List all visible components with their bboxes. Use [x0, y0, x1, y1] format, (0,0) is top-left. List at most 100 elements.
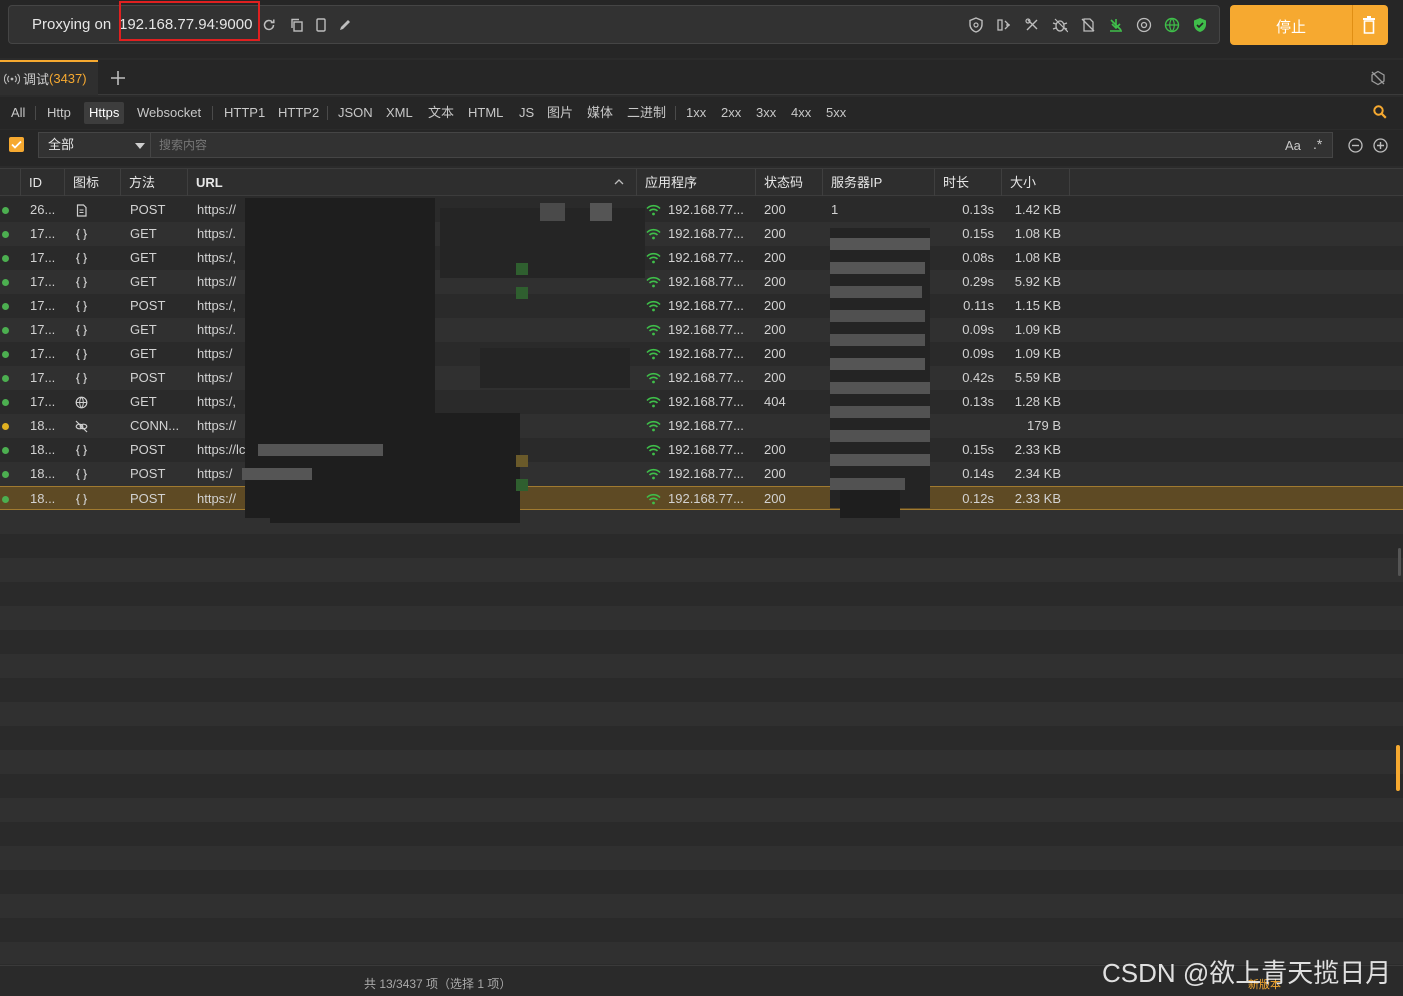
split-icon[interactable] — [996, 17, 1012, 33]
col-application[interactable]: 应用程序 — [637, 169, 756, 196]
table-row[interactable]: 18... POST https:/192.168.77... 200 0.14s 2.3… — [0, 462, 1403, 486]
download-green-icon[interactable] — [1108, 17, 1124, 33]
filter-websocket[interactable]: Websocket — [132, 102, 206, 124]
filter-all[interactable]: All — [6, 102, 30, 124]
table-row[interactable]: 17... POST https:/192.168.77... 200 0.42s 5.5… — [0, 366, 1403, 390]
filter-image[interactable]: 图片 — [542, 102, 578, 124]
filter-5xx[interactable]: 5xx — [821, 102, 851, 124]
col-method[interactable]: 方法 — [121, 169, 188, 196]
cell-status-code: 200 — [764, 298, 786, 313]
filter-media[interactable]: 媒体 — [582, 102, 618, 124]
table-row[interactable]: 18... POST https://192.168.77... 200 0.12s 2.… — [0, 486, 1403, 510]
filter-1xx[interactable]: 1xx — [681, 102, 711, 124]
table-row[interactable]: 17... GET https://192.168.77... 200 0.29s 5.9… — [0, 270, 1403, 294]
sort-ascending-icon[interactable] — [614, 178, 624, 186]
table-row[interactable]: 17... GET https:/. 192.168.77... 200 0.15s 1.0… — [0, 222, 1403, 246]
col-id[interactable]: ID — [21, 169, 65, 196]
doc-off-icon[interactable] — [1080, 17, 1096, 33]
col-duration[interactable]: 时长 — [935, 169, 1002, 196]
table-row[interactable]: 17... GET https:/192.168.77... 200 0.09s 1.09… — [0, 342, 1403, 366]
cell-duration: 0.42s — [962, 370, 994, 385]
col-icon[interactable]: 图标 — [65, 169, 121, 196]
empty-row — [0, 630, 1403, 654]
filter-http2[interactable]: HTTP2 — [273, 102, 324, 124]
filter-binary[interactable]: 二进制 — [622, 102, 671, 124]
filter-text[interactable]: 文本 — [423, 102, 459, 124]
filter-html[interactable]: HTML — [463, 102, 508, 124]
filter-http1[interactable]: HTTP1 — [219, 102, 270, 124]
cell-size: 1.42 KB — [1014, 202, 1061, 217]
trash-icon[interactable] — [1362, 16, 1378, 34]
table-row[interactable]: 17... POST https:/, 192.168.77... 200 0.11s 1.… — [0, 294, 1403, 318]
hide-panel-icon[interactable] — [1370, 70, 1386, 86]
bug-icon[interactable] — [1052, 17, 1068, 33]
shield-a-icon[interactable] — [968, 17, 984, 33]
refresh-icon[interactable] — [261, 17, 277, 33]
status-dot — [2, 496, 9, 503]
cell-method: GET — [130, 394, 157, 409]
globe-green-icon[interactable] — [1164, 17, 1180, 33]
col-server-ip[interactable]: 服务器IP — [823, 169, 935, 196]
stop-button[interactable]: 停止 — [1230, 5, 1388, 45]
scrollbar-thumb[interactable] — [1398, 548, 1401, 576]
phone-icon[interactable] — [313, 17, 329, 33]
cell-application: 192.168.77... — [668, 491, 744, 506]
filter-http[interactable]: Http — [42, 102, 76, 124]
filter-4xx[interactable]: 4xx — [786, 102, 816, 124]
globe-icon — [75, 396, 88, 409]
cell-status-code: 200 — [764, 226, 786, 241]
col-url[interactable]: URL — [188, 169, 637, 196]
minus-circle-icon[interactable] — [1348, 138, 1363, 153]
table-row[interactable]: 18... POST https://lc 192.168.77... 200 0.15s… — [0, 438, 1403, 462]
filter-js[interactable]: JS — [514, 102, 539, 124]
search-scope-select[interactable]: 全部 — [38, 132, 150, 158]
redaction-overlay — [540, 203, 565, 221]
match-case-toggle[interactable]: Aa — [1285, 138, 1301, 153]
edit-pencil-icon[interactable] — [337, 17, 353, 33]
plus-circle-icon[interactable] — [1373, 138, 1388, 153]
search-icon[interactable] — [1372, 104, 1388, 120]
proxy-address[interactable]: 192.168.77.94:9000 — [119, 16, 252, 33]
cell-method: POST — [130, 370, 166, 385]
filter-xml[interactable]: XML — [381, 102, 418, 124]
col-size[interactable]: 大小 — [1002, 169, 1070, 196]
col-status-code[interactable]: 状态码 — [756, 169, 823, 196]
search-enable-checkbox[interactable] — [9, 137, 24, 152]
cell-application: 192.168.77... — [668, 298, 744, 313]
tab-debug[interactable]: 调试 (3437) — [0, 60, 98, 95]
table-row[interactable]: 17... GET https:/, 192.168.77... 200 0.08s 1.0… — [0, 246, 1403, 270]
cell-size: 1.09 KB — [1014, 346, 1061, 361]
table-row[interactable]: 18... CONN... https://192.168.77... 179 B — [0, 414, 1403, 438]
wifi-icon — [646, 276, 661, 288]
json-braces-icon — [75, 468, 88, 481]
wifi-icon — [646, 372, 661, 384]
cell-application: 192.168.77... — [668, 370, 744, 385]
search-input[interactable] — [150, 132, 1333, 158]
cell-status-code: 200 — [764, 202, 786, 217]
filter-2xx[interactable]: 2xx — [716, 102, 746, 124]
cell-duration: 0.09s — [962, 322, 994, 337]
cell-id: 18... — [30, 466, 56, 481]
cell-status-code: 200 — [764, 274, 786, 289]
wifi-icon — [646, 444, 661, 456]
status-dot — [2, 303, 9, 310]
cell-method: POST — [130, 491, 166, 506]
add-tab-icon[interactable] — [109, 69, 127, 87]
scrollbar-marker[interactable] — [1396, 745, 1400, 791]
copy-icon[interactable] — [289, 17, 305, 33]
cell-id: 17... — [30, 346, 56, 361]
cell-id: 17... — [30, 322, 56, 337]
shield-check-icon[interactable] — [1192, 17, 1208, 33]
cell-method: GET — [130, 250, 157, 265]
table-row[interactable]: 17... GET https:/. 192.168.77... 200 0.09s 1.0… — [0, 318, 1403, 342]
regex-toggle[interactable]: .* — [1313, 136, 1322, 152]
table-row[interactable]: 17... GET https:/, 192.168.77... 404 0.13s 1.2… — [0, 390, 1403, 414]
filter-https[interactable]: Https — [84, 102, 125, 124]
filter-json[interactable]: JSON — [333, 102, 378, 124]
wifi-icon — [646, 300, 661, 312]
tools-off-icon[interactable] — [1024, 17, 1040, 33]
compass-icon[interactable] — [1136, 17, 1152, 33]
filter-3xx[interactable]: 3xx — [751, 102, 781, 124]
redaction-overlay — [830, 262, 925, 274]
table-row[interactable]: 26... POST https://192.168.77... 200 1 0.13s 1… — [0, 198, 1403, 222]
